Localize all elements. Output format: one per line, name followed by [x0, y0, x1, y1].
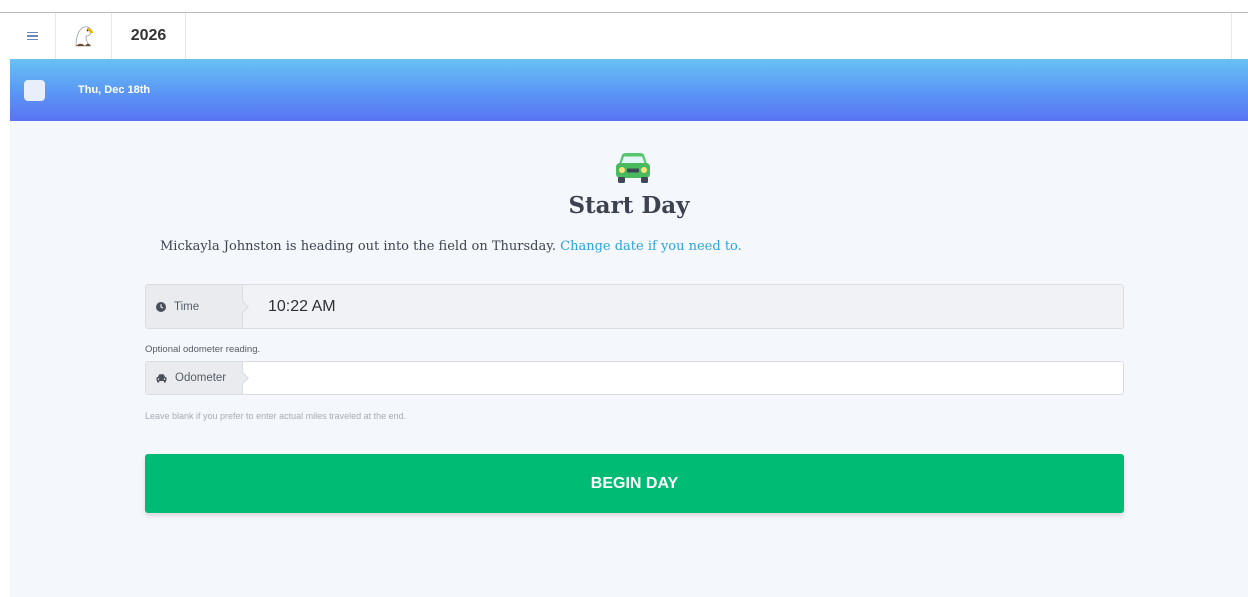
car-small-icon	[156, 373, 167, 382]
change-date-link[interactable]: Change date if you need to.	[560, 239, 742, 254]
begin-day-button[interactable]: BEGIN DAY	[145, 454, 1124, 513]
year-label[interactable]: 2026	[112, 13, 186, 59]
odometer-input[interactable]	[243, 362, 1123, 394]
logo[interactable]	[56, 13, 112, 59]
top-bar: 2026	[10, 13, 1232, 59]
hamburger-icon	[27, 31, 38, 41]
odometer-label: Odometer	[175, 372, 227, 384]
banner-date: Thu, Dec 18th	[78, 84, 151, 96]
select-checkbox[interactable]	[24, 79, 45, 101]
eagle-logo	[75, 26, 93, 47]
date-banner: Thu, Dec 18th	[10, 59, 1248, 121]
intro-sentence: Mickayla Johnston is heading out into th…	[160, 239, 556, 254]
odometer-note: Optional odometer reading.	[145, 344, 261, 355]
odometer-addon: Odometer	[146, 362, 243, 394]
menu-button[interactable]	[10, 13, 56, 59]
intro-text: Mickayla Johnston is heading out into th…	[160, 239, 742, 254]
time-addon: Time	[146, 285, 243, 328]
clock-icon	[156, 301, 166, 312]
time-input[interactable]: 10:22 AM	[243, 285, 1123, 328]
page-title: Start Day	[568, 192, 690, 219]
car-icon	[616, 153, 650, 183]
odometer-field: Odometer	[145, 361, 1124, 395]
odometer-help-text: Leave blank if you prefer to enter actua…	[145, 411, 407, 421]
time-label: Time	[174, 300, 200, 313]
time-field: Time 10:22 AM	[145, 284, 1124, 329]
main-content: Start Day Mickayla Johnston is heading o…	[10, 121, 1248, 597]
